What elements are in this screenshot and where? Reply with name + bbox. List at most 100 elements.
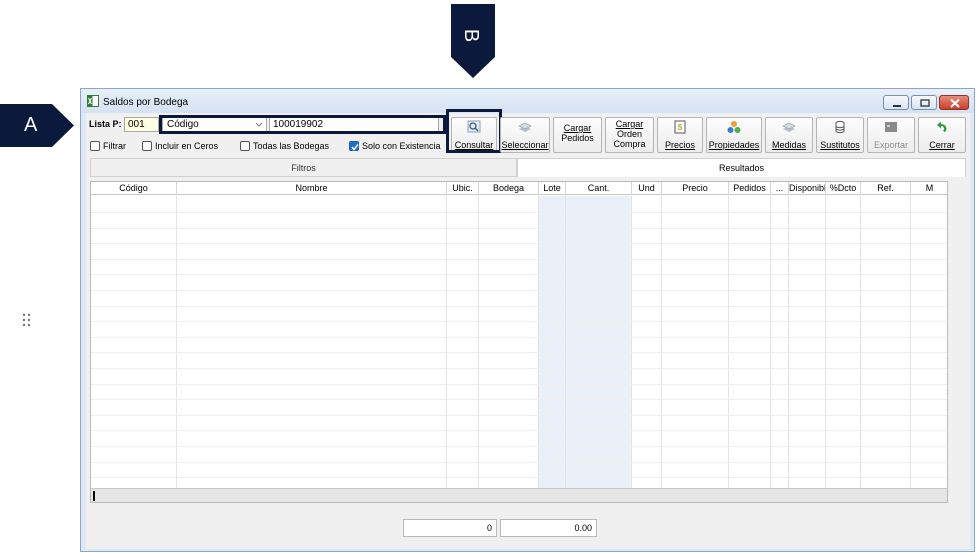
window-titlebar[interactable]: Saldos por Bodega [81,89,974,113]
grid-row-line [91,321,947,322]
cargar-orden-line1: Cargar [615,119,644,129]
tab-bar: Filtros Resultados [86,158,970,177]
cargar-orden-line2: Orden [616,129,642,139]
cargar-pedidos-line2: Pedidos [561,133,594,143]
grid-column [539,196,566,488]
grid-column [789,196,826,488]
todas-bodegas-checkbox[interactable]: Todas las Bodegas [240,140,329,152]
grid-row-line [91,306,947,307]
svg-text:$: $ [678,123,683,132]
checkmark-icon [351,144,359,151]
medidas-button[interactable]: Medidas [765,117,813,153]
grid-row-line [91,384,947,385]
grid-column [632,196,662,488]
grid-column-header[interactable]: Lote [539,182,566,195]
close-window-button[interactable] [939,95,969,110]
drag-handle-icon[interactable] [22,313,32,329]
tab-filtros[interactable]: Filtros [90,158,517,177]
grid-column [566,196,632,488]
checkbox-box[interactable] [240,141,250,151]
grid-column [479,196,539,488]
cargar-orden-line3: Compra [613,139,646,149]
filtrar-checkbox[interactable]: Filtrar [90,140,126,152]
grid-column-header[interactable]: Und [632,182,662,195]
grid-vertical-scrollbar[interactable] [949,181,959,503]
measure-icon [782,122,796,132]
grid-column-header[interactable]: Disponibl [789,182,826,195]
grid-column-header[interactable]: ... [771,182,789,195]
grid-column-header[interactable]: Ubic. [447,182,479,195]
grid-column [91,196,177,488]
grid-column [729,196,771,488]
sustitutos-label: Sustitutos [820,140,860,150]
cargar-orden-compra-button[interactable]: Cargar Orden Compra [605,117,654,153]
minimize-icon [893,105,901,107]
checkbox-box[interactable] [349,141,359,151]
checkbox-box[interactable] [90,141,100,151]
grid-row-line [91,399,947,400]
maximize-button[interactable] [911,95,937,110]
propiedades-label: Propiedades [708,140,760,150]
grid-column-header[interactable]: M [911,182,947,195]
saldos-window: Saldos por Bodega Lista P: 001 Código 10… [80,88,975,552]
checkbox-box[interactable] [142,141,152,151]
grid-row-line [91,337,947,338]
grid-horizontal-scrollbar[interactable] [91,488,947,502]
grid-row-line [91,352,947,353]
grid-row-line [91,477,947,478]
results-grid[interactable]: Código Nombre Ubic. Bodega Lote Cant. Und Preci… [90,181,948,503]
highlight-frame-a [159,115,446,134]
checkbox-label: Solo con Existencia [362,141,441,151]
precios-button[interactable]: $ Precios [657,117,703,153]
close-icon [950,98,960,108]
callout-marker-a-label: A [24,114,38,136]
grid-column-header[interactable]: Ref. [861,182,911,195]
grid-column-header[interactable]: %Dcto [826,182,861,195]
window-content: Lista P: 001 Código 100019902 Filtrar In… [86,109,970,549]
grid-row-line [91,462,947,463]
total-amount: 0.00 [500,519,597,537]
lista-input[interactable]: 001 [124,117,159,132]
grid-row-line [91,368,947,369]
grid-row-line [91,259,947,260]
grid-cursor [93,491,95,501]
seleccionar-label: Seleccionar [501,140,549,150]
total-quantity: 0 [403,519,497,537]
export-icon [885,122,897,132]
exportar-button[interactable]: Exportar [867,117,915,153]
cargar-pedidos-button[interactable]: Cargar Pedidos [553,117,602,153]
solo-existencia-checkbox[interactable]: Solo con Existencia [349,140,441,152]
grid-column-header[interactable]: Nombre [177,182,447,195]
grid-column-header[interactable]: Precio [662,182,729,195]
grid-column-header[interactable]: Bodega [479,182,539,195]
grid-column-header[interactable]: Cant. [566,182,632,195]
grid-row-line [91,228,947,229]
grid-column [447,196,479,488]
grid-column [826,196,861,488]
sustitutos-button[interactable]: Sustitutos [816,117,864,153]
window-title: Saldos por Bodega [103,97,189,108]
minimize-button[interactable] [883,95,909,110]
grid-column [662,196,729,488]
tab-resultados[interactable]: Resultados [517,158,966,177]
grid-row-line [91,446,947,447]
highlight-frame-b [446,109,502,153]
grid-column-header[interactable]: Código [91,182,177,195]
properties-icon [727,121,741,133]
incluir-ceros-checkbox[interactable]: Incluir en Ceros [142,140,218,152]
grid-column-header[interactable]: Pedidos [729,182,771,195]
callout-marker-b: B [451,4,495,78]
undo-arrow-icon [937,121,947,132]
callout-marker-a: A [0,104,74,147]
seleccionar-button[interactable]: Seleccionar [500,117,550,153]
grid-header: Código Nombre Ubic. Bodega Lote Cant. Und Preci… [91,182,947,195]
grid-row-line [91,274,947,275]
cargar-pedidos-line1: Cargar [563,123,592,133]
grid-row-line [91,415,947,416]
medidas-label: Medidas [771,140,807,150]
cerrar-button[interactable]: Cerrar [918,117,966,153]
spreadsheet-icon [87,95,99,107]
propiedades-button[interactable]: Propiedades [706,117,762,153]
grid-row-line [91,430,947,431]
exportar-label: Exportar [873,140,908,150]
